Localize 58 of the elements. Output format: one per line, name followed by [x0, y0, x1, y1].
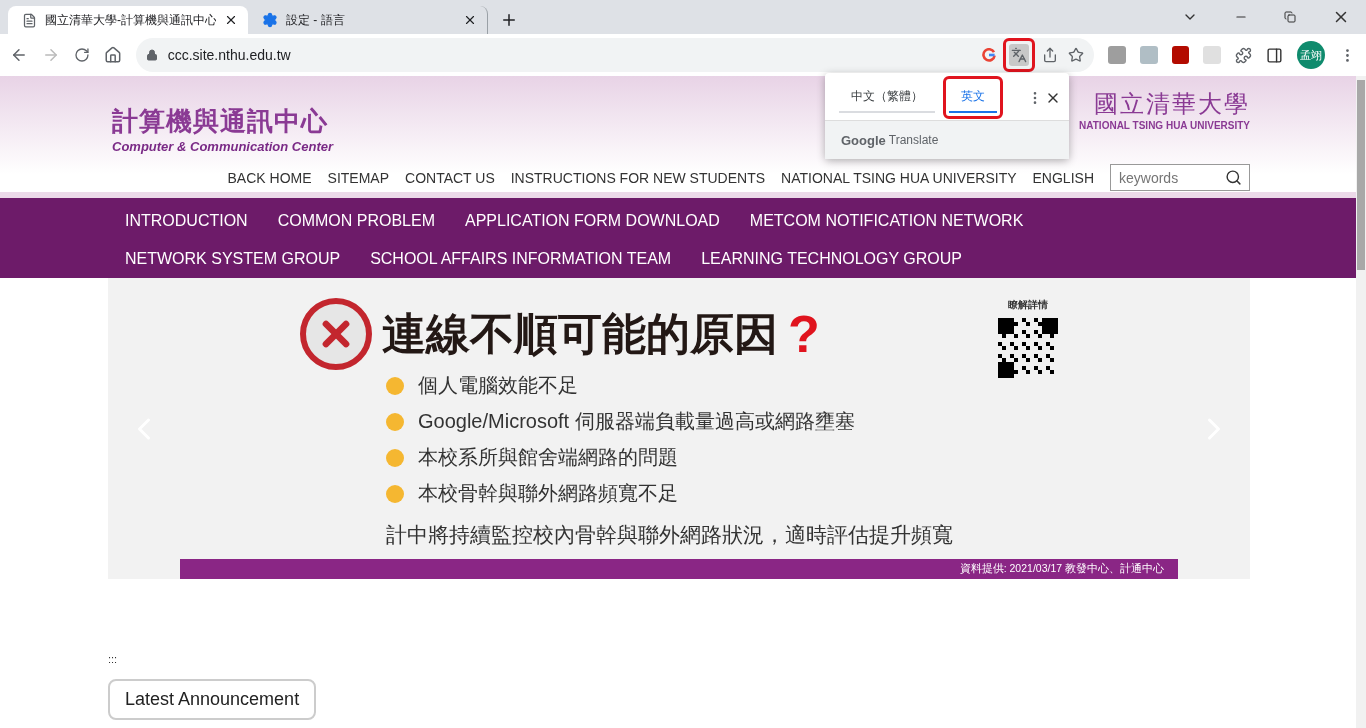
google-wordmark: Google [841, 132, 886, 148]
menu-link[interactable]: METCOM NOTIFICATION NETWORK [749, 212, 1024, 230]
back-icon[interactable] [10, 46, 28, 64]
pdf-extension-icon[interactable] [1171, 46, 1190, 64]
reason-text: Google/Microsoft 伺服器端負載量過高或網路壅塞 [418, 409, 855, 434]
question-mark: ? [788, 304, 820, 364]
share-icon[interactable] [1041, 47, 1058, 63]
credit-bar: 資料提供: 2021/03/17 教發中心、計通中心 [180, 559, 1178, 579]
header-link[interactable]: INSTRUCTIONS FOR NEW STUDENTS [510, 169, 766, 186]
gear-icon [262, 12, 278, 28]
profile-avatar[interactable]: 孟翊 [1297, 41, 1326, 69]
bookmark-star-icon[interactable] [1067, 47, 1084, 63]
address-bar[interactable]: ccc.site.nthu.edu.tw [135, 38, 1094, 72]
site-logo-text: 計算機與通訊中心 [112, 105, 329, 138]
extension-icon[interactable] [1107, 46, 1126, 64]
header-link[interactable]: ENGLISH [1032, 169, 1094, 186]
menu-link[interactable]: COMMON PROBLEM [277, 212, 435, 230]
new-tab-icon[interactable] [500, 11, 518, 29]
language-tab[interactable]: 英文 [943, 76, 1003, 119]
side-panel-icon[interactable] [1266, 46, 1284, 64]
header-link[interactable]: SITEMAP [327, 169, 389, 186]
close-icon[interactable] [463, 13, 477, 27]
reason-text: 本校骨幹與聯外網路頻寬不足 [418, 481, 678, 506]
banner-note: 計中將持續監控校內骨幹與聯外網路狀況，適時評估提升頻寬 [385, 522, 953, 548]
lock-icon [145, 49, 158, 61]
home-icon[interactable] [103, 46, 122, 64]
translate-icon [1010, 47, 1027, 63]
announcement-button[interactable]: Latest Announcement [108, 679, 317, 720]
reload-icon[interactable] [73, 47, 90, 63]
header-link[interactable]: CONTACT US [405, 169, 495, 186]
scrollbar[interactable] [1356, 76, 1366, 728]
menu-link[interactable]: NETWORK SYSTEM GROUP [125, 250, 341, 268]
close-icon[interactable] [224, 13, 238, 27]
reason-text: 本校系所與館舍端網路的問題 [418, 445, 678, 470]
url-text: ccc.site.nthu.edu.tw [167, 47, 292, 63]
translate-label: Translate [888, 133, 939, 147]
university-logo-subtitle: NATIONAL TSING HUA UNIVERSITY [1079, 120, 1250, 131]
extensions-icon[interactable] [1235, 46, 1253, 64]
search-icon[interactable] [1225, 169, 1242, 186]
language-tab[interactable]: 中文（繁體） [833, 76, 941, 119]
header-link[interactable]: NATIONAL TSING HUA UNIVERSITY [781, 169, 1017, 186]
banner-title: 連線不順可能的原因 [382, 306, 778, 361]
qr-label: 瞭解詳情 [1008, 298, 1048, 312]
accesskey-mark[interactable]: ::: [108, 653, 1356, 665]
menu-link[interactable]: APPLICATION FORM DOWNLOAD [465, 212, 720, 230]
header-link[interactable]: BACK HOME [227, 169, 312, 186]
university-logo-text: 國立清華大學 [1094, 89, 1250, 120]
menu-link[interactable]: LEARNING TECHNOLOGY GROUP [701, 250, 962, 268]
reason-text: 個人電腦效能不足 [418, 373, 578, 398]
search-field[interactable]: keywords [1110, 164, 1250, 191]
restore-icon[interactable] [1284, 11, 1296, 23]
google-icon[interactable] [981, 48, 996, 62]
menu-link[interactable]: SCHOOL AFFAIRS INFORMATION TEAM [370, 250, 672, 268]
site-logo-subtitle: Computer & Communication Center [112, 139, 333, 154]
qr-code [998, 318, 1058, 378]
page-icon [22, 12, 37, 28]
translate-button[interactable] [1002, 38, 1035, 72]
menu-link[interactable]: INTRODUCTION [125, 212, 248, 230]
